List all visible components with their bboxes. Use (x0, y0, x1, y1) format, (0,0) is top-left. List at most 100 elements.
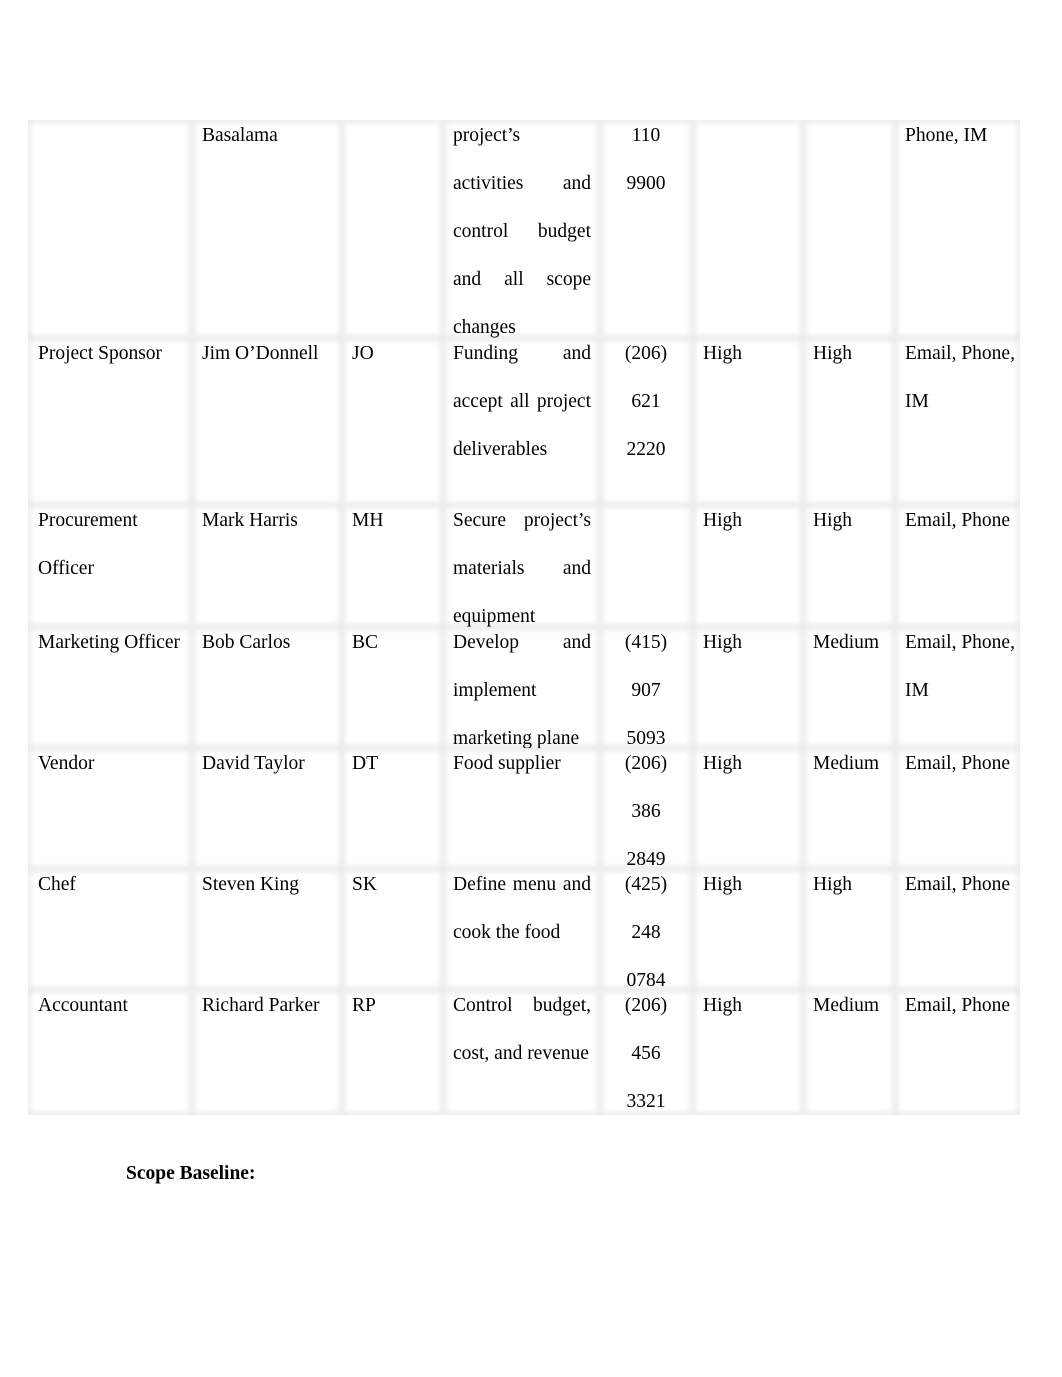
phone-text: Project (622, 510, 678, 531)
cell-name: Jim O’Donnell (192, 338, 342, 505)
responsibility-text: Define menu and cook the food (453, 874, 591, 943)
phone-text: 110 9900 (626, 125, 666, 194)
cell-initials: JO (342, 338, 443, 505)
table-row: Accountant Richard Parker RP Control budget… (28, 990, 1020, 1115)
cell-name: Steven King (192, 869, 342, 990)
communication-text: Email, Phone, IM (905, 632, 1015, 701)
cell-responsibility: Food supplier (443, 748, 600, 869)
cell-name: Basalama (192, 120, 342, 338)
cell-role: Accountant (28, 990, 192, 1115)
cell-initials: SK (342, 869, 443, 990)
name-text: Jim O’Donnell (202, 343, 319, 364)
name-text: Steven King (202, 874, 299, 895)
table-row: Chef Steven King SK Define menu and cook th… (28, 869, 1020, 991)
interest-text: High (703, 632, 742, 653)
influence-text: High (813, 874, 852, 895)
initials-text: DT (352, 753, 378, 774)
initials-text: JO (352, 343, 374, 364)
table-row: Procurement Officer Mark Harris MH Secure p… (28, 505, 1020, 627)
cell-communication: Email, Phone, IM (895, 338, 1020, 505)
cell-influence: High (803, 869, 895, 990)
cell-communication: Email, Phone (895, 990, 1020, 1115)
cell-role: Chef (28, 869, 192, 990)
cell-role (28, 120, 192, 338)
cell-influence: Medium (803, 748, 895, 869)
role-text: Vendor (38, 753, 95, 774)
cell-influence (803, 120, 895, 338)
cell-responsibility: Funding and accept all project deliverab… (443, 338, 600, 505)
cell-name: Mark Harris (192, 505, 342, 627)
cell-responsibility: Define menu and cook the food (443, 869, 600, 990)
cell-interest: High (693, 627, 803, 748)
cell-interest: High (693, 505, 803, 627)
table-row: Vendor David Taylor DT Food supplier (206) 3… (28, 748, 1020, 870)
cell-phone: (206) 621 2220 (600, 338, 693, 505)
communication-text: Phone, IM (905, 125, 988, 146)
cell-communication: Phone, IM (895, 120, 1020, 338)
cell-phone: Project (600, 505, 693, 627)
name-text: David Taylor (202, 753, 305, 774)
scope-baseline-heading: Scope Baseline: (126, 1163, 256, 1184)
role-text: Procurement Officer (38, 510, 138, 579)
cell-interest (693, 120, 803, 338)
role-text: Chef (38, 874, 76, 895)
cell-initials: DT (342, 748, 443, 869)
role-text: Marketing Officer (38, 632, 181, 653)
cell-responsibility: Control budget, cost, and revenue (443, 990, 600, 1115)
name-text: Bob Carlos (202, 632, 291, 653)
cell-influence: High (803, 505, 895, 627)
cell-phone: (415) 907 5093 (600, 627, 693, 749)
cell-phone: (425) 248 0784 (600, 869, 693, 991)
cell-influence: Medium (803, 990, 895, 1115)
cell-interest: High (693, 748, 803, 869)
responsibility-text: Funding and accept all project deliverab… (453, 343, 591, 460)
communication-text: Email, Phone (905, 995, 1011, 1016)
name-text: Mark Harris (202, 510, 298, 531)
influence-text: High (813, 343, 852, 364)
cell-communication: Email, Phone (895, 505, 1020, 627)
interest-text: High (703, 874, 742, 895)
initials-text: RP (352, 995, 376, 1016)
cell-influence: Medium (803, 627, 895, 748)
cell-role: Project Sponsor (28, 338, 192, 505)
influence-text: High (813, 510, 852, 531)
role-text: Project Sponsor (38, 343, 163, 364)
interest-text: High (703, 510, 742, 531)
cell-interest: High (693, 990, 803, 1115)
cell-phone: (206) 456 3321 (600, 990, 693, 1115)
cell-initials (342, 120, 443, 338)
cell-responsibility: Secure project’s materials and equipment (443, 505, 600, 627)
communication-text: Email, Phone, IM (905, 343, 1015, 412)
cell-phone: 110 9900 (600, 120, 693, 338)
table-row: Basalama project’s activities and control… (28, 120, 1020, 338)
interest-text: High (703, 995, 742, 1016)
initials-text: MH (352, 510, 384, 531)
cell-interest: High (693, 338, 803, 505)
influence-text: Medium (813, 995, 880, 1016)
phone-text: (206) 621 2220 (624, 343, 668, 460)
initials-text: BC (352, 632, 379, 653)
influence-text: Medium (813, 632, 880, 653)
cell-name: Bob Carlos (192, 627, 342, 748)
cell-phone: (206) 386 2849 (600, 748, 693, 870)
role-text: Accountant (38, 995, 128, 1016)
stakeholder-table: Basalama project’s activities and control… (28, 120, 1020, 1115)
cell-role: Vendor (28, 748, 192, 869)
name-text: Basalama (202, 125, 278, 146)
table-row: Project Sponsor Jim O’Donnell JO Funding an… (28, 338, 1020, 505)
cell-role: Procurement Officer (28, 505, 192, 627)
cell-influence: High (803, 338, 895, 505)
phone-text: (206) 456 3321 (624, 995, 668, 1112)
initials-text: SK (352, 874, 377, 895)
cell-responsibility: Develop and implement marketing plane (443, 627, 600, 749)
interest-text: High (703, 753, 742, 774)
cell-role: Marketing Officer (28, 627, 192, 748)
cell-name: David Taylor (192, 748, 342, 869)
cell-initials: MH (342, 505, 443, 627)
interest-text: High (703, 343, 742, 364)
communication-text: Email, Phone (905, 753, 1011, 774)
cell-responsibility: project’s activities and control budget … (443, 120, 600, 338)
cell-communication: Email, Phone (895, 748, 1020, 869)
responsibility-text: project’s activities and control budget … (453, 125, 591, 338)
communication-text: Email, Phone (905, 510, 1011, 531)
